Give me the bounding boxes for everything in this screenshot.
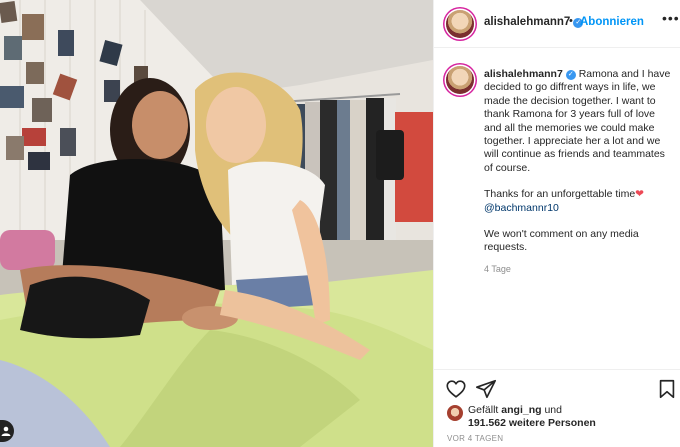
caption-paragraph-1: Ramona and I have decided to go diffrent… [484, 68, 671, 174]
post-actions: Gefällt angi_ng und 191.562 weitere Pers… [434, 369, 680, 447]
heart-emoji: ❤ [635, 188, 644, 201]
caption-time-ago[interactable]: 4 Tage [484, 264, 511, 274]
photo-illustration [0, 0, 433, 447]
likes-count[interactable]: 191.562 weitere Personen [468, 417, 596, 429]
caption-paragraph-2: Thanks for an unforgettable time [484, 188, 636, 201]
username-text[interactable]: alishalehmann7 [484, 16, 570, 28]
liker-avatar[interactable] [447, 405, 463, 421]
caption-text: alishalehmann7 ✓ Ramona and I have decide… [484, 68, 672, 268]
verified-badge-icon: ✓ [565, 70, 576, 80]
post-photo[interactable] [0, 0, 433, 447]
post-date[interactable]: VOR 4 TAGEN [447, 434, 503, 443]
likes-and: und [544, 404, 562, 416]
more-options-icon[interactable]: ••• [662, 10, 680, 26]
separator-dot: • [569, 15, 573, 27]
likes-prefix: Gefällt [468, 404, 499, 416]
caption-username[interactable]: alishalehmann7 ✓ [484, 68, 576, 80]
caption-section: alishalehmann7 ✓ Ramona and I have decide… [434, 49, 680, 369]
paper-plane-icon[interactable] [475, 378, 497, 400]
likes-summary: Gefällt angi_ng und 191.562 weitere Pers… [468, 404, 668, 430]
liked-by-user[interactable]: angi_ng [501, 404, 541, 416]
avatar[interactable] [446, 10, 474, 38]
post-header: alishalehmann7 ✓ • Abonnieren ••• [434, 0, 680, 48]
caption-username-text[interactable]: alishalehmann7 [484, 68, 563, 80]
bookmark-icon[interactable] [656, 378, 678, 400]
follow-button[interactable]: Abonnieren [580, 16, 644, 28]
heart-outline-icon[interactable] [445, 378, 467, 400]
mention-link[interactable]: @bachmannr10 [484, 202, 559, 214]
caption-avatar[interactable] [446, 66, 474, 94]
post-side-panel: alishalehmann7 ✓ • Abonnieren ••• alishal… [433, 0, 680, 447]
caption-paragraph-3: We won't comment on any media requests. [484, 228, 639, 254]
